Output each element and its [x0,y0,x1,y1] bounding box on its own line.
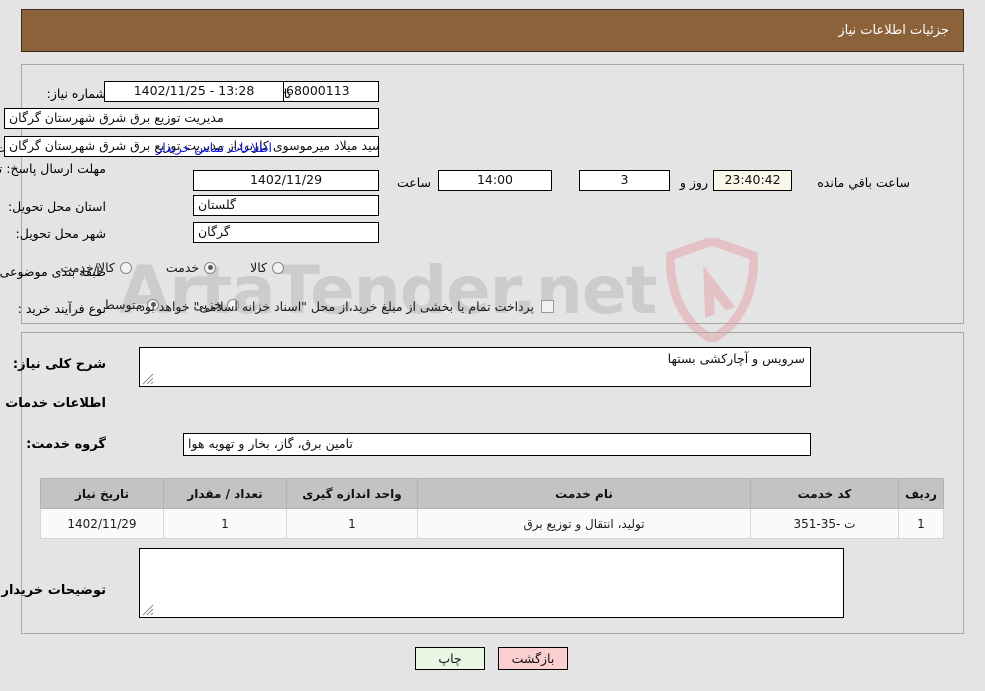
service-group-field: تامین برق، گاز، بخار و تهویه هوا [184,433,812,456]
buyer-contact-link[interactable]: اطلاعات تماس خریدار [157,140,273,155]
countdown-label: ساعت باقي مانده [818,175,911,190]
treasury-bond-checkbox[interactable] [542,300,555,313]
buyer-notes-label: توضیحات خریدار: [0,583,107,598]
table-cell-4: 1 [164,508,288,539]
deadline-date-field: 1402/11/29 [194,170,380,191]
subject-category-option-1[interactable]: خدمت [166,260,218,275]
delivery-province-label: استان محل تحویل: [8,199,107,214]
table-header-cell-0: ردیف [899,478,945,509]
treasury-bond-note-row[interactable]: پرداخت تمام یا بخشی از مبلغ خرید،از محل … [136,299,555,314]
subject-category-option-label: کالا/خدمت [61,260,116,275]
buyer-org-field: مدیریت توزیع برق شرق شهرستان گرگان [5,108,380,129]
print-button[interactable]: چاپ [416,647,486,670]
resize-grip-icon[interactable] [143,373,155,385]
table-header-row: ردیف کد خدمت نام خدمت واحد اندازه گیری تعداد… [41,478,945,509]
subject-category-option-label: کالا [251,260,268,275]
radio-button-icon[interactable] [205,261,218,274]
service-items-table: ردیف کد خدمت نام خدمت واحد اندازه گیری تعداد… [41,478,945,539]
remaining-days-field: 3 [580,170,671,191]
radio-button-icon[interactable] [273,261,285,274]
general-description-label: شرح کلی نیاز: [13,357,107,372]
remaining-days-label: روز و [680,175,709,190]
table-cell-2: تولید، انتقال و توزیع برق [418,508,752,539]
table-cell-3: 1 [287,508,419,539]
subject-category-option-label: خدمت [166,260,201,275]
response-deadline-label: مهلت ارسال پاسخ: تا تاریخ: [0,161,107,176]
resize-grip-icon[interactable] [143,604,155,616]
subject-category-option-0[interactable]: کالا [251,260,285,275]
table-body: 1ت -35-351 تولید، انتقال و توزیع برق 1 1 140… [41,508,945,539]
back-button[interactable]: بازگشت [499,647,569,670]
radio-button-icon[interactable] [120,261,133,274]
service-group-label: گروه خدمت: [27,437,107,452]
treasury-bond-note-text: پرداخت تمام یا بخشی از مبلغ خرید،از محل … [136,299,535,314]
table-header-cell-3: واحد اندازه گیری [287,478,419,509]
general-description-textarea[interactable]: سرویس و آچارکشی بستها [140,347,812,387]
delivery-city-field: گرگان [194,222,380,243]
page-title: جزئیات اطلاعات نیاز [839,23,950,38]
subject-category-option-2[interactable]: کالا/خدمت [61,260,133,275]
table-row: 1ت -35-351 تولید، انتقال و توزیع برق 1 1 140… [41,508,945,539]
general-description-value: سرویس و آچارکشی بستها [668,351,806,366]
table-header-cell-5: تاریخ نیاز [41,478,165,509]
delivery-province-field: گلستان [194,195,380,216]
table-header-cell-1: کد خدمت [751,478,900,509]
delivery-city-label: شهر محل تحویل: [16,226,107,241]
table-cell-0: 1 [899,508,945,539]
services-section-title: اطلاعات خدمات مورد نیاز [0,396,107,411]
need-number-label: شماره نیاز: [47,86,107,101]
announce-datetime-field: 13:28 - 1402/11/25 [105,81,285,102]
deadline-hour-field: 14:00 [439,170,553,191]
table-header-cell-4: تعداد / مقدار [164,478,288,509]
table-header-cell-2: نام خدمت [418,478,752,509]
subject-category-radio-group[interactable]: کالا خدمت کالا/خدمت [35,260,285,275]
page-header-bar: جزئیات اطلاعات نیاز [22,9,965,52]
table-cell-5: 1402/11/29 [41,508,165,539]
need-info-panel [22,64,965,324]
action-button-bar: بازگشت چاپ [0,647,985,670]
countdown-timer-field: 23:40:42 [714,170,793,191]
buyer-notes-textarea[interactable] [140,548,845,618]
table-cell-1: ت -35-351 [751,508,900,539]
deadline-hour-label: ساعت [397,175,432,190]
